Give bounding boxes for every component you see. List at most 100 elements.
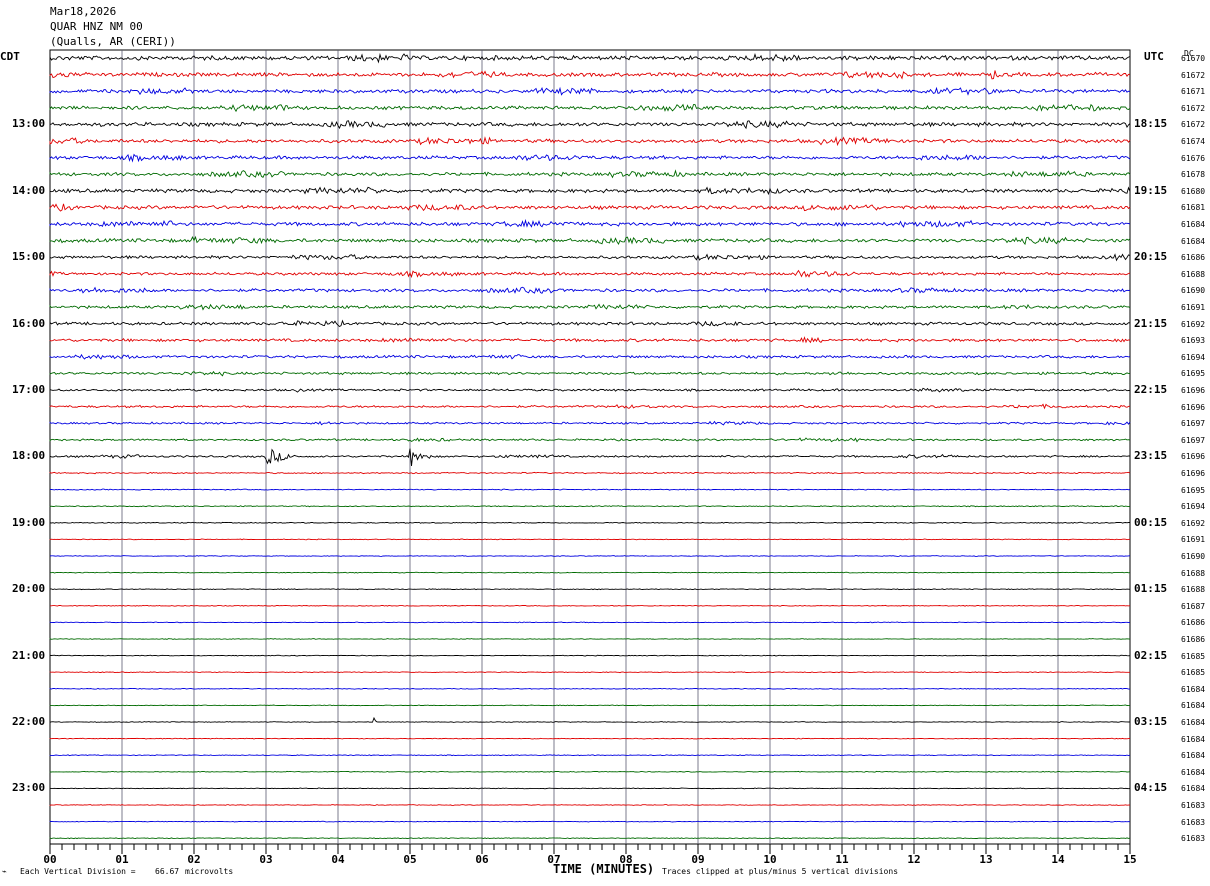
trace-line xyxy=(49,804,1131,806)
trace-line xyxy=(49,336,1131,344)
dc-offset-value: 61685 xyxy=(1181,668,1206,678)
trace-line xyxy=(49,169,1131,179)
dc-offset-value: 61684 xyxy=(1181,220,1206,229)
trace-line xyxy=(49,319,1131,328)
dc-offset-value: 61686 xyxy=(1181,635,1206,644)
right-hour-label: 04:15 xyxy=(1134,781,1168,795)
dc-offset-value: 61674 xyxy=(1181,137,1206,146)
dc-offset-value: 61692 xyxy=(1181,319,1206,329)
right-hour-label: 19:15 xyxy=(1134,183,1168,197)
left-hour-label: 19:00 xyxy=(12,515,46,529)
header-date: Mar18,2026 xyxy=(50,5,117,18)
trace-line xyxy=(49,119,1131,130)
dc-offset-value: 61684 xyxy=(1181,684,1206,694)
dc-offset-value: 61691 xyxy=(1181,535,1206,545)
right-hour-label: 02:15 xyxy=(1134,648,1168,662)
dc-offset-value: 61694 xyxy=(1181,352,1206,362)
left-hour-label: 23:00 xyxy=(12,781,46,795)
left-hour-label: 13:00 xyxy=(12,117,46,131)
left-hour-label: 15:00 xyxy=(12,250,46,264)
dc-offset-value: 61672 xyxy=(1181,103,1206,113)
right-hour-label: 01:15 xyxy=(1134,582,1168,596)
trace-line xyxy=(49,488,1131,491)
scale-glyph: ⌁ xyxy=(2,867,7,876)
trace-line xyxy=(49,70,1131,80)
trace-line xyxy=(49,654,1131,657)
trace-line xyxy=(49,588,1131,591)
dc-offset-value: 61697 xyxy=(1181,435,1206,445)
x-tick-label: 06 xyxy=(475,853,489,866)
dc-offset-value: 61684 xyxy=(1181,751,1206,761)
x-tick-label: 01 xyxy=(115,853,129,866)
trace-line xyxy=(49,269,1131,279)
plot-frame xyxy=(49,49,1131,845)
dc-offset-value: 61696 xyxy=(1181,452,1206,462)
trace-line xyxy=(49,448,1131,467)
dc-offset-value: 61686 xyxy=(1181,618,1206,628)
left-hour-label: 18:00 xyxy=(12,449,46,463)
dc-offset-value: 61683 xyxy=(1181,817,1206,827)
dc-offset-value: 61693 xyxy=(1181,336,1206,346)
footer-scale-text: Each Vertical Division = xyxy=(20,867,136,876)
dc-offset-value: 61688 xyxy=(1181,585,1206,595)
dc-offset-value: 61696 xyxy=(1181,386,1206,395)
dc-offset-value: 61681 xyxy=(1181,203,1206,213)
x-tick-label: 04 xyxy=(331,853,345,866)
trace-line xyxy=(49,555,1131,557)
dc-offset-value: 61695 xyxy=(1181,369,1206,379)
dc-offset-value: 61683 xyxy=(1181,801,1206,810)
dc-offset-value: 61671 xyxy=(1181,87,1206,97)
trace-line xyxy=(49,420,1131,426)
dc-offset-value: 61688 xyxy=(1181,568,1206,578)
trace-line xyxy=(49,820,1131,823)
trace-line xyxy=(49,52,1131,64)
trace-line xyxy=(49,286,1131,294)
x-axis-title: TIME (MINUTES) xyxy=(553,862,655,876)
trace-line xyxy=(49,837,1131,840)
dc-offset-value: 61680 xyxy=(1181,186,1206,196)
helicorder-plot: 00 01 02 03 04 05 06 07 08 09 10 11 12 13 14 15 xyxy=(43,49,1137,866)
trace-line xyxy=(49,505,1131,508)
x-tick-label: 10 xyxy=(763,853,776,866)
x-tick-label: 00 xyxy=(43,853,56,866)
dc-offset-value: 61678 xyxy=(1181,170,1206,180)
dc-offset-value: 61691 xyxy=(1181,303,1206,312)
x-tick-label: 12 xyxy=(907,853,920,866)
trace-line xyxy=(49,153,1131,163)
right-hour-label: 23:15 xyxy=(1134,449,1168,463)
left-hour-label: 20:00 xyxy=(12,582,46,596)
footer-scale-value: 66.67 xyxy=(155,867,180,876)
dc-offset-value: 61684 xyxy=(1181,767,1206,777)
trace-line xyxy=(49,638,1131,640)
trace-line xyxy=(49,86,1131,96)
trace-line xyxy=(49,203,1131,212)
dc-offset-value: 61695 xyxy=(1181,485,1206,495)
dc-offset-value: 61690 xyxy=(1181,552,1206,561)
right-hour-label: 21:15 xyxy=(1134,316,1168,330)
header-location: (Qualls, AR (CERI)) xyxy=(50,35,176,48)
trace-line xyxy=(49,770,1131,773)
dc-offset-value: 61672 xyxy=(1181,120,1206,130)
trace-line xyxy=(49,370,1130,377)
trace-line xyxy=(49,754,1131,757)
left-hour-label: 16:00 xyxy=(12,316,46,330)
trace-line xyxy=(49,671,1130,674)
dc-offset-value: 61694 xyxy=(1181,502,1206,512)
dc-offset-value: 61684 xyxy=(1181,236,1206,246)
trace-line xyxy=(49,571,1131,574)
trace-line xyxy=(49,716,1131,723)
trace-line xyxy=(49,218,1131,228)
trace-line xyxy=(49,387,1131,393)
dc-offset-value: 61670 xyxy=(1181,54,1206,63)
trace-line xyxy=(49,235,1131,246)
trace-line xyxy=(49,186,1131,196)
trace-line xyxy=(49,353,1131,360)
dc-offset-value: 61696 xyxy=(1181,469,1206,478)
left-hour-label: 17:00 xyxy=(12,383,46,396)
trace-line xyxy=(50,604,1131,607)
seismic-traces xyxy=(49,52,1131,840)
right-hour-label: 03:15 xyxy=(1134,715,1168,728)
dc-offset-value: 61684 xyxy=(1181,718,1206,727)
x-tick-label: 13 xyxy=(979,853,992,866)
footer-clip-note: Traces clipped at plus/minus 5 vertical … xyxy=(662,867,899,876)
